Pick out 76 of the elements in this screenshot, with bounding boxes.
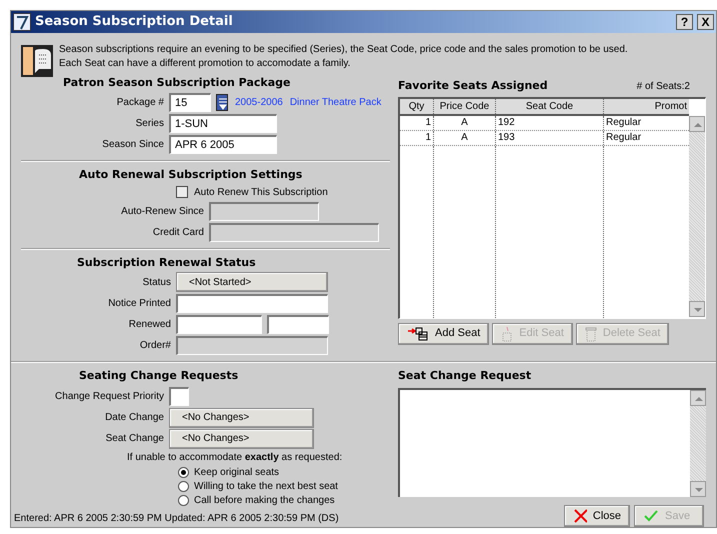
- request-textarea[interactable]: [398, 388, 706, 497]
- window-title: Season Subscription Detail: [35, 13, 234, 32]
- field-label: Season Since: [101, 138, 164, 152]
- section-heading: Seating Change Requests: [78, 368, 240, 384]
- radio-label: Keep original seats: [194, 466, 280, 480]
- column-header[interactable]: Promot: [604, 98, 689, 114]
- field-label: Renewed: [128, 318, 171, 332]
- scrollbar[interactable]: [690, 390, 706, 497]
- section-heading: Auto Renewal Subscription Settings: [78, 166, 304, 182]
- table-cell-text: Regular: [605, 131, 642, 144]
- section-heading: Subscription Renewal Status: [76, 255, 257, 271]
- dropdown-icon[interactable]: [216, 94, 228, 110]
- scroll-down-icon[interactable]: [689, 300, 705, 316]
- input-field[interactable]: [267, 314, 329, 334]
- add-row-icon: [407, 326, 429, 340]
- status-line: Entered: APR 6 2005 2:30:59 PM Updated: APR 6 2005 2:30:59 PM (DS): [14, 512, 340, 526]
- field-label: Package #: [116, 96, 164, 110]
- seat-count: # of Seats:2: [636, 80, 690, 94]
- table-row[interactable]: 1 A 193 Regular: [400, 130, 689, 146]
- table-cell-text: Regular: [605, 116, 642, 130]
- scroll-up-icon[interactable]: [689, 116, 705, 132]
- column-header[interactable]: Price Code: [434, 98, 496, 114]
- package-link[interactable]: Dinner Theatre Pack: [290, 94, 382, 110]
- field-label: Series: [134, 116, 164, 130]
- scroll-up-icon[interactable]: [690, 390, 706, 406]
- intro-text: Season subscriptions require an evening to be specified (Series), the Seat Code, price code and the sales promotion to be used. Each Seat can have a different promotion to accomodate a family.: [59, 43, 629, 71]
- input-field[interactable]: APR 6 2005: [169, 134, 277, 154]
- column-header[interactable]: Seat Code: [496, 98, 604, 114]
- checkbox-label: Auto Renew This Subscription: [194, 186, 328, 200]
- input-field[interactable]: [176, 314, 262, 334]
- scroll-down-icon[interactable]: [690, 481, 706, 497]
- radio-button[interactable]: [178, 480, 189, 492]
- speech-bubble-icon: [21, 45, 53, 77]
- table-cell: 1: [400, 130, 434, 144]
- add-button[interactable]: Add Seat: [398, 322, 490, 344]
- dropdown-button[interactable]: <No Changes>: [169, 408, 314, 428]
- close-button[interactable]: X: [697, 14, 714, 30]
- radio-label: Willing to take the next best seat: [194, 480, 338, 494]
- edit-icon: [501, 326, 514, 342]
- table-cell: 1: [400, 116, 434, 130]
- trash-icon: [584, 326, 597, 342]
- package-link[interactable]: 2005-2006: [235, 94, 283, 110]
- radio-label: Call before making the changes: [194, 494, 335, 508]
- close-icon: [573, 509, 587, 523]
- close-button[interactable]: Close: [564, 505, 630, 527]
- prompt-text: If unable to accommodate exactly as requested:: [126, 451, 344, 465]
- table-cell: 192: [496, 116, 604, 130]
- column-header[interactable]: Qty: [400, 98, 434, 114]
- field-label: Credit Card: [152, 226, 204, 240]
- input-field[interactable]: 1-SUN: [169, 114, 277, 132]
- input-field[interactable]: [169, 387, 189, 406]
- table-cell: 193: [496, 130, 604, 144]
- radio-button[interactable]: [178, 466, 189, 478]
- scrollbar[interactable]: [689, 116, 705, 316]
- dropdown-button[interactable]: <No Changes>: [169, 428, 314, 448]
- field-label: Date Change: [104, 411, 164, 425]
- section-heading: Patron Season Subscription Package: [62, 75, 292, 91]
- input-field[interactable]: [176, 294, 328, 312]
- help-button[interactable]: ?: [676, 14, 693, 30]
- field-label: Change Request Priority: [54, 390, 164, 404]
- input-field[interactable]: 15: [169, 92, 211, 112]
- field-label: Order#: [138, 338, 171, 352]
- check-icon: [643, 509, 659, 523]
- field-label: Auto-Renew Since: [120, 205, 204, 219]
- section-heading: Favorite Seats Assigned: [398, 78, 548, 94]
- table-cell: A: [434, 130, 496, 144]
- section-heading: Seat Change Request: [398, 368, 532, 384]
- checkbox[interactable]: [176, 186, 188, 198]
- radio-button[interactable]: [178, 494, 189, 506]
- field-label: Seat Change: [104, 432, 164, 446]
- table-row[interactable]: 1 A 192 Regular: [400, 116, 689, 130]
- dropdown-button[interactable]: <Not Started>: [176, 272, 328, 292]
- table-cell: A: [434, 116, 496, 130]
- app-icon: [13, 13, 31, 31]
- field-label: Notice Printed: [107, 296, 171, 310]
- field-label: Status: [142, 276, 171, 290]
